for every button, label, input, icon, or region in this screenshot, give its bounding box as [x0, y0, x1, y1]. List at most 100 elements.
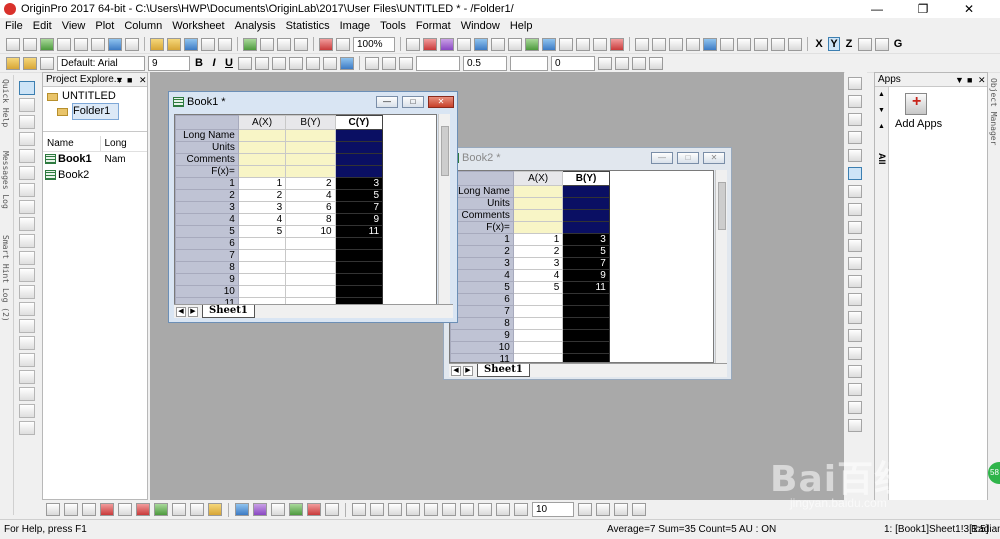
book1-titlebar[interactable]: Book1 * — □ ✕	[169, 92, 457, 112]
filter-icon[interactable]	[754, 37, 768, 51]
menu-edit[interactable]: Edit	[28, 18, 57, 34]
row-number[interactable]: 4	[175, 213, 239, 226]
data-cell[interactable]: 5	[512, 281, 564, 294]
line-color-icon[interactable]	[399, 56, 413, 70]
column-header-selected[interactable]: B(Y)	[562, 171, 610, 186]
menu-format[interactable]: Format	[411, 18, 456, 34]
bookmark-tool-icon[interactable]	[19, 421, 35, 435]
underline-button[interactable]: U	[223, 57, 235, 69]
label-cell[interactable]	[237, 141, 287, 154]
open-icon[interactable]	[150, 37, 164, 51]
prev-sheet-icon[interactable]: ◀	[176, 306, 186, 317]
label-cell[interactable]	[285, 129, 336, 142]
selected-cell[interactable]	[562, 185, 610, 198]
label-cell[interactable]	[512, 209, 564, 222]
menu-plot[interactable]: Plot	[90, 18, 119, 34]
selected-cell[interactable]: 5	[334, 189, 384, 202]
text-tool-icon[interactable]	[19, 200, 35, 214]
smart-hint-log-tab[interactable]: Smart Hint Log (2)	[1, 235, 10, 322]
arrange-layers-icon[interactable]	[848, 203, 862, 216]
book2-grid[interactable]: A(X) B(Y) Long Name Units Comments F(x)=…	[449, 170, 714, 363]
font-name-select[interactable]: Default: Arial	[57, 55, 145, 71]
region-tool-icon[interactable]	[19, 302, 35, 316]
data-cell[interactable]	[237, 237, 287, 250]
import-multiple-icon[interactable]	[260, 37, 274, 51]
dropdown-arrow-icon[interactable]: ▼	[955, 73, 964, 87]
decrease-font-icon[interactable]	[306, 56, 320, 70]
command-window-icon[interactable]	[508, 37, 522, 51]
row-label[interactable]: F(x)=	[175, 165, 239, 178]
scale-icon[interactable]	[19, 166, 35, 180]
list-item[interactable]: Book2	[45, 169, 89, 181]
line-tool-icon[interactable]	[19, 251, 35, 265]
row-label[interactable]: Units	[175, 141, 239, 154]
menu-tools[interactable]: Tools	[375, 18, 411, 34]
row-number[interactable]: 9	[175, 273, 239, 286]
axis-icon[interactable]	[848, 257, 862, 270]
selected-cell[interactable]: 5	[562, 245, 610, 258]
selected-cell[interactable]: 7	[562, 257, 610, 270]
list-item[interactable]: Book1	[45, 153, 92, 165]
splitter[interactable]	[43, 131, 147, 132]
layer-icon[interactable]	[848, 77, 862, 90]
box-plot-icon[interactable]	[190, 503, 204, 516]
row-number[interactable]: 10	[175, 285, 239, 298]
zoom-out-icon[interactable]	[19, 115, 35, 129]
zoom-select[interactable]: 100%	[353, 36, 395, 52]
save-icon[interactable]	[184, 37, 198, 51]
new-layout-icon[interactable]	[108, 37, 122, 51]
line-style-select[interactable]	[416, 55, 460, 71]
data-cell[interactable]	[285, 237, 336, 250]
greek-icon[interactable]	[272, 56, 286, 70]
image-tool-icon[interactable]	[19, 353, 35, 367]
selected-cell[interactable]	[334, 237, 384, 250]
top-align-icon[interactable]	[406, 503, 420, 516]
contour-icon[interactable]	[208, 503, 222, 516]
data-selector-icon[interactable]	[576, 37, 590, 51]
label-cell[interactable]	[237, 129, 287, 142]
pointer-icon[interactable]	[19, 81, 35, 95]
row-label[interactable]: Comments	[175, 153, 239, 166]
3d-scatter-icon[interactable]	[271, 503, 285, 516]
line-width-select[interactable]: 0.5	[463, 55, 507, 71]
column-plot-icon[interactable]	[100, 503, 114, 516]
template-library-icon[interactable]	[289, 503, 303, 516]
new-project-icon[interactable]	[6, 37, 20, 51]
dropdown-arrow-icon[interactable]: ▼	[115, 73, 124, 87]
row-number[interactable]: 9	[450, 329, 514, 342]
line-symbol-icon[interactable]	[82, 503, 96, 516]
close-window-button[interactable]: ✕	[946, 0, 992, 18]
print-icon[interactable]	[406, 37, 420, 51]
data-cell[interactable]	[512, 353, 564, 362]
data-cell[interactable]	[512, 305, 564, 318]
symbol-icon[interactable]	[382, 56, 396, 70]
menu-analysis[interactable]: Analysis	[230, 18, 281, 34]
menu-statistics[interactable]: Statistics	[281, 18, 335, 34]
arrow-tool-icon[interactable]	[19, 217, 35, 231]
row-number[interactable]: 1	[450, 233, 514, 246]
group-objects-icon[interactable]	[578, 503, 592, 516]
data-cell[interactable]	[512, 329, 564, 342]
sort-icon[interactable]	[652, 37, 666, 51]
pattern-icon[interactable]	[598, 56, 612, 70]
new-folder-icon[interactable]	[23, 37, 37, 51]
group-icon[interactable]	[848, 347, 862, 360]
data-cell[interactable]	[512, 317, 564, 330]
minimize-button[interactable]: —	[376, 96, 398, 108]
row-number[interactable]: 7	[175, 249, 239, 262]
row-number[interactable]: 5	[450, 281, 514, 294]
vertical-align-icon[interactable]	[442, 503, 456, 516]
data-cell[interactable]: 4	[237, 213, 287, 226]
import-excel-icon[interactable]	[277, 37, 291, 51]
name-column-header[interactable]: Name	[43, 136, 101, 151]
row-number[interactable]: 3	[450, 257, 514, 270]
menu-window[interactable]: Window	[456, 18, 505, 34]
menu-column[interactable]: Column	[119, 18, 167, 34]
selected-cell[interactable]	[334, 165, 384, 178]
apps-all-tab[interactable]: All	[877, 153, 887, 165]
scroll-down-icon[interactable]: ▼	[878, 107, 885, 114]
lasso-tool-icon[interactable]	[19, 370, 35, 384]
paste-icon[interactable]	[6, 56, 20, 70]
statistics-icon[interactable]	[737, 37, 751, 51]
pattern-select[interactable]: 0	[551, 55, 595, 71]
